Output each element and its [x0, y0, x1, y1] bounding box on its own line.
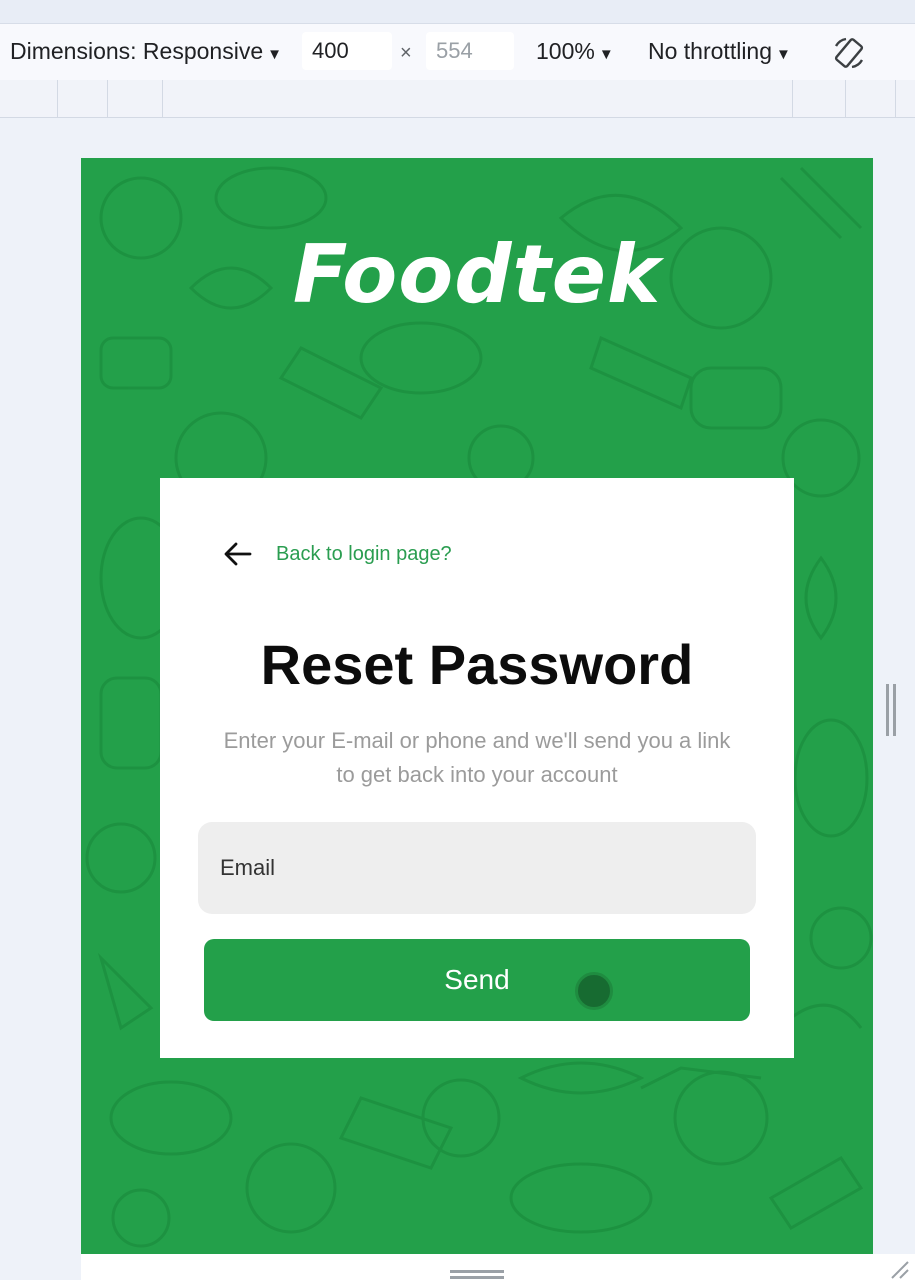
back-arrow-icon[interactable]: [222, 538, 254, 570]
back-to-login-link[interactable]: Back to login page?: [276, 543, 452, 566]
ruler-segment: [57, 80, 58, 118]
width-input[interactable]: [302, 32, 392, 70]
rotate-icon[interactable]: [830, 34, 868, 72]
chevron-down-icon: ▼: [267, 46, 282, 63]
reset-password-card: Back to login page? Reset Password Enter…: [160, 478, 794, 1058]
height-input[interactable]: [426, 32, 514, 70]
throttling-dropdown[interactable]: No throttling ▼: [648, 38, 791, 65]
ruler-segment: [107, 80, 108, 118]
page-subtitle: Enter your E-mail or phone and we'll sen…: [223, 728, 731, 787]
corner-resize-grip[interactable]: [884, 1254, 910, 1280]
touch-cursor-indicator: [575, 972, 613, 1010]
device-toolbar: Dimensions: Responsive▼ × 100%▼ No throt…: [0, 24, 915, 80]
ruler-segment: [845, 80, 846, 118]
email-field[interactable]: [198, 822, 756, 914]
ruler-segment: [895, 80, 896, 118]
throttling-label: No throttling: [648, 38, 773, 64]
chevron-down-icon: ▼: [776, 46, 791, 63]
app-logo: Foodtek: [292, 228, 662, 321]
right-resize-handle[interactable]: [884, 684, 898, 736]
dimensions-dropdown[interactable]: Dimensions: Responsive ▼: [10, 38, 282, 65]
ruler-segment: [792, 80, 793, 118]
dimensions-label: Dimensions: Responsive: [10, 38, 264, 64]
ruler-segment: [162, 80, 163, 118]
device-viewport: Foodtek Back to login page? Reset Passwo…: [81, 158, 873, 1254]
page-title: Reset Password: [260, 633, 694, 696]
zoom-label: 100%: [536, 38, 595, 64]
back-to-login-row[interactable]: Back to login page?: [222, 538, 452, 570]
zoom-dropdown[interactable]: 100% ▼: [536, 38, 614, 65]
times-separator: ×: [400, 42, 412, 64]
bottom-resize-handle[interactable]: [450, 1270, 504, 1280]
chevron-down-icon: ▼: [598, 46, 614, 63]
send-button[interactable]: Send: [204, 939, 750, 1021]
devtools-top-strip: [0, 0, 915, 24]
media-query-ruler: [0, 80, 915, 118]
